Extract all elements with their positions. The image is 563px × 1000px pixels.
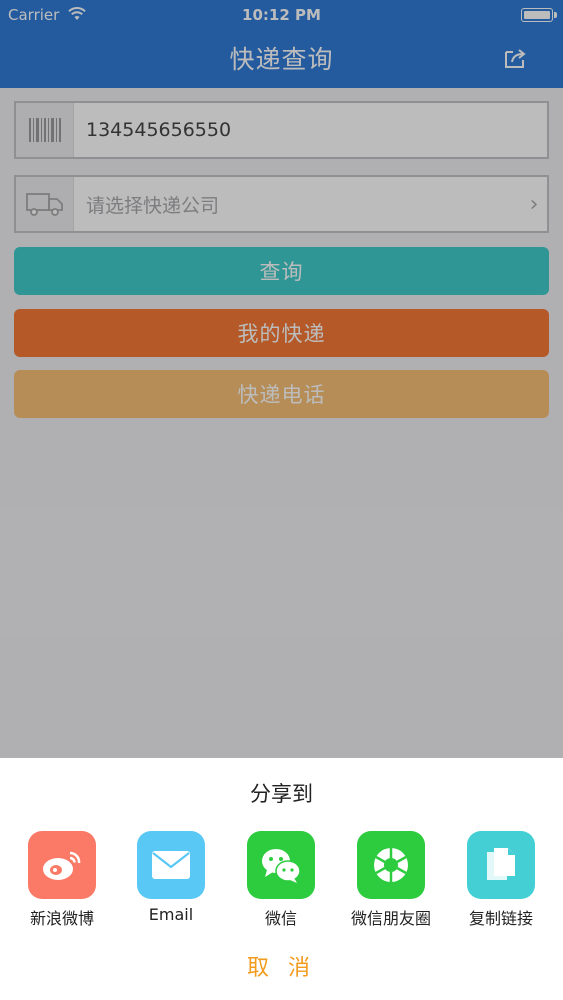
share-weibo-label: 新浪微博 [29,909,94,928]
share-copy-link-label: 复制链接 [468,909,533,928]
wechat-icon [247,831,315,899]
share-email[interactable]: Email [122,831,220,941]
cancel-button[interactable]: 取 消 [0,950,563,986]
share-wechat-label: 微信 [264,909,297,928]
share-wechat[interactable]: 微信 [232,831,330,941]
share-copy-link[interactable]: 复制链接 [452,831,550,941]
share-sheet-title: 分享到 [250,782,313,806]
share-moments[interactable]: 微信朋友圈 [342,831,440,941]
weibo-icon [28,831,96,899]
app: Carrier 10:12 PM 快递查询 134545656550 请选择快递… [0,0,563,1000]
share-moments-label: 微信朋友圈 [350,909,431,928]
share-email-label: Email [148,905,194,924]
dim-overlay[interactable] [0,0,563,758]
email-icon [137,831,205,899]
share-weibo[interactable]: 新浪微博 [13,831,111,941]
moments-icon [357,831,425,899]
share-sheet: 分享到 新浪微博 Email 微信 微信朋友圈 复制链接 取 消 [0,758,563,1000]
copy-link-icon [467,831,535,899]
